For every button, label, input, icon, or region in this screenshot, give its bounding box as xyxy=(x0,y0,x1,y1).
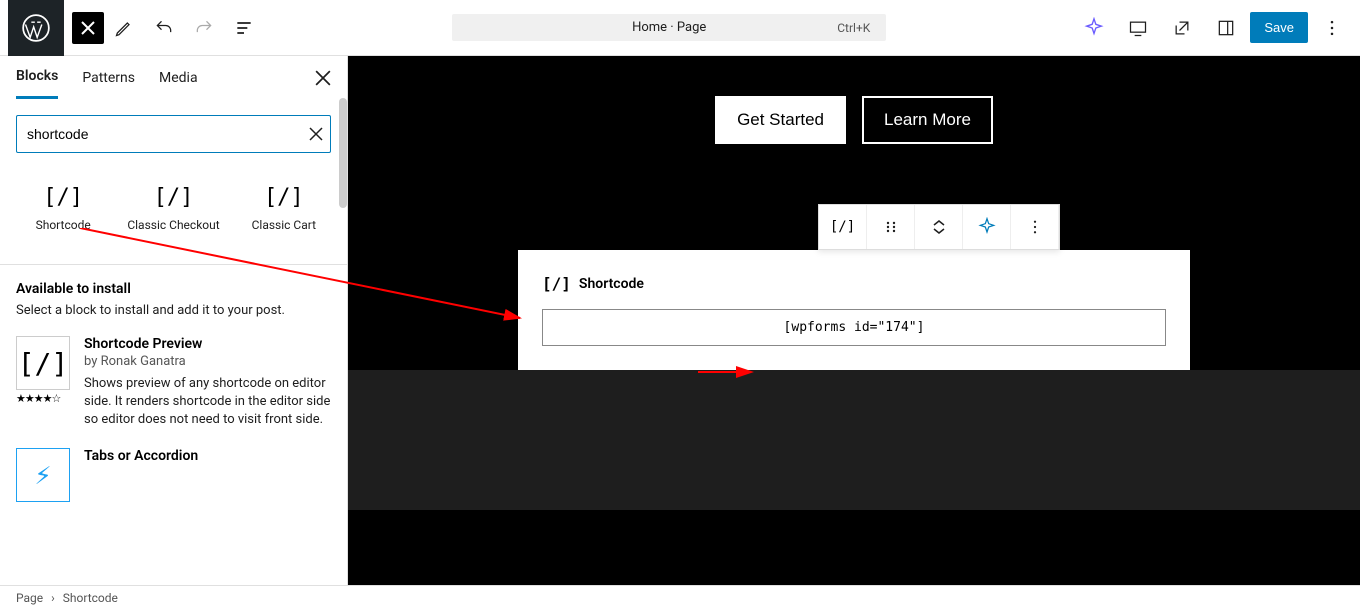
breadcrumb: Page › Shortcode xyxy=(0,585,1360,609)
block-label: Classic Cart xyxy=(233,218,335,232)
view-desktop-button[interactable] xyxy=(1118,8,1158,48)
pencil-icon xyxy=(114,18,134,38)
hero-section: Get Started Learn More [/] xyxy=(348,56,1360,510)
drag-handle[interactable] xyxy=(867,205,915,249)
search-input[interactable] xyxy=(16,115,331,153)
block-results: [/] Shortcode [/] Classic Checkout [/] C… xyxy=(0,169,347,264)
block-type-button[interactable]: [/] xyxy=(819,205,867,249)
plugin-icon: [/] xyxy=(16,336,70,390)
inserter-sidebar: Blocks Patterns Media [/] Shortcode [/] xyxy=(0,56,348,585)
undo-icon xyxy=(154,18,174,38)
list-view-button[interactable] xyxy=(224,8,264,48)
tab-patterns[interactable]: Patterns xyxy=(82,70,135,98)
redo-icon xyxy=(194,18,214,38)
available-heading: Available to install xyxy=(16,281,331,297)
sparkle-icon xyxy=(1083,17,1105,39)
close-icon xyxy=(81,21,95,35)
get-started-button[interactable]: Get Started xyxy=(715,96,846,144)
shortcode-icon: [/] xyxy=(122,185,224,210)
shortcut-hint: Ctrl+K xyxy=(837,21,870,35)
learn-more-button[interactable]: Learn More xyxy=(862,96,993,144)
doc-title-text: Home · Page xyxy=(632,20,706,35)
plugin-tabs-accordion[interactable]: ⚡ Tabs or Accordion xyxy=(16,448,331,502)
plugin-title: Tabs or Accordion xyxy=(84,448,198,464)
external-icon xyxy=(1172,18,1192,38)
document-title[interactable]: Home · Page Ctrl+K xyxy=(452,14,886,41)
scrollbar-thumb[interactable] xyxy=(339,98,347,208)
shortcode-header: [/] Shortcode xyxy=(542,274,1166,293)
move-buttons[interactable] xyxy=(915,205,963,249)
shortcode-icon: [/] xyxy=(542,274,571,293)
block-shortcode[interactable]: [/] Shortcode xyxy=(8,177,118,240)
edit-tool-button[interactable] xyxy=(104,8,144,48)
wp-logo[interactable] xyxy=(8,0,64,56)
kebab-icon xyxy=(1026,218,1044,236)
ai-assist-button[interactable] xyxy=(963,205,1011,249)
chevron-up-icon xyxy=(933,219,945,227)
list-icon xyxy=(234,18,254,38)
save-button[interactable]: Save xyxy=(1250,12,1308,43)
block-toolbar: [/] xyxy=(818,204,1060,250)
close-inserter-button[interactable] xyxy=(72,12,104,44)
shortcode-label: Shortcode xyxy=(579,276,644,292)
page-headline[interactable]: Explore Cutting-Edge Tech at Tech Shop xyxy=(348,510,1360,585)
editor-canvas: Get Started Learn More [/] xyxy=(348,56,1360,585)
block-classic-checkout[interactable]: [/] Classic Checkout xyxy=(118,177,228,240)
shortcode-block[interactable]: [/] Shortcode [wpforms id="174"] xyxy=(518,250,1190,370)
clear-search-button[interactable] xyxy=(309,127,323,141)
block-search xyxy=(16,115,331,153)
undo-button[interactable] xyxy=(144,8,184,48)
shortcode-icon: [/] xyxy=(233,185,335,210)
block-label: Shortcode xyxy=(12,218,114,232)
view-link-button[interactable] xyxy=(1162,8,1202,48)
settings-panel-button[interactable] xyxy=(1206,8,1246,48)
tab-media[interactable]: Media xyxy=(159,70,198,98)
chevron-right-icon: › xyxy=(51,591,55,605)
available-to-install: Available to install Select a block to i… xyxy=(0,264,347,536)
block-classic-cart[interactable]: [/] Classic Cart xyxy=(229,177,339,240)
tab-blocks[interactable]: Blocks xyxy=(16,68,58,99)
ai-button[interactable] xyxy=(1074,8,1114,48)
sidebar-tabs: Blocks Patterns Media xyxy=(0,56,347,99)
plugin-icon: ⚡ xyxy=(16,448,70,502)
kebab-icon xyxy=(1322,18,1342,38)
plugin-title: Shortcode Preview xyxy=(84,336,331,352)
breadcrumb-item[interactable]: Shortcode xyxy=(63,591,118,605)
plugin-stars: ★★★★☆ xyxy=(16,392,70,405)
block-label: Classic Checkout xyxy=(122,218,224,232)
more-menu-button[interactable] xyxy=(1312,8,1352,48)
available-sub: Select a block to install and add it to … xyxy=(16,303,331,318)
chevron-down-icon xyxy=(933,227,945,235)
close-icon xyxy=(309,127,323,141)
block-options-button[interactable] xyxy=(1011,205,1059,249)
breadcrumb-item[interactable]: Page xyxy=(16,591,43,605)
plugin-shortcode-preview[interactable]: [/] ★★★★☆ Shortcode Preview by Ronak Gan… xyxy=(16,336,331,430)
shortcode-input[interactable]: [wpforms id="174"] xyxy=(542,309,1166,346)
sparkle-icon xyxy=(977,217,997,237)
redo-button[interactable] xyxy=(184,8,224,48)
desktop-icon xyxy=(1128,18,1148,38)
close-icon xyxy=(315,70,331,86)
topbar: Home · Page Ctrl+K Save xyxy=(0,0,1360,56)
panel-icon xyxy=(1216,18,1236,38)
plugin-desc: Shows preview of any shortcode on editor… xyxy=(84,375,331,430)
wordpress-icon xyxy=(22,14,50,42)
drag-icon xyxy=(884,220,898,234)
plugin-author: by Ronak Ganatra xyxy=(84,354,331,369)
close-panel-button[interactable] xyxy=(311,66,335,90)
shortcode-icon: [/] xyxy=(12,185,114,210)
